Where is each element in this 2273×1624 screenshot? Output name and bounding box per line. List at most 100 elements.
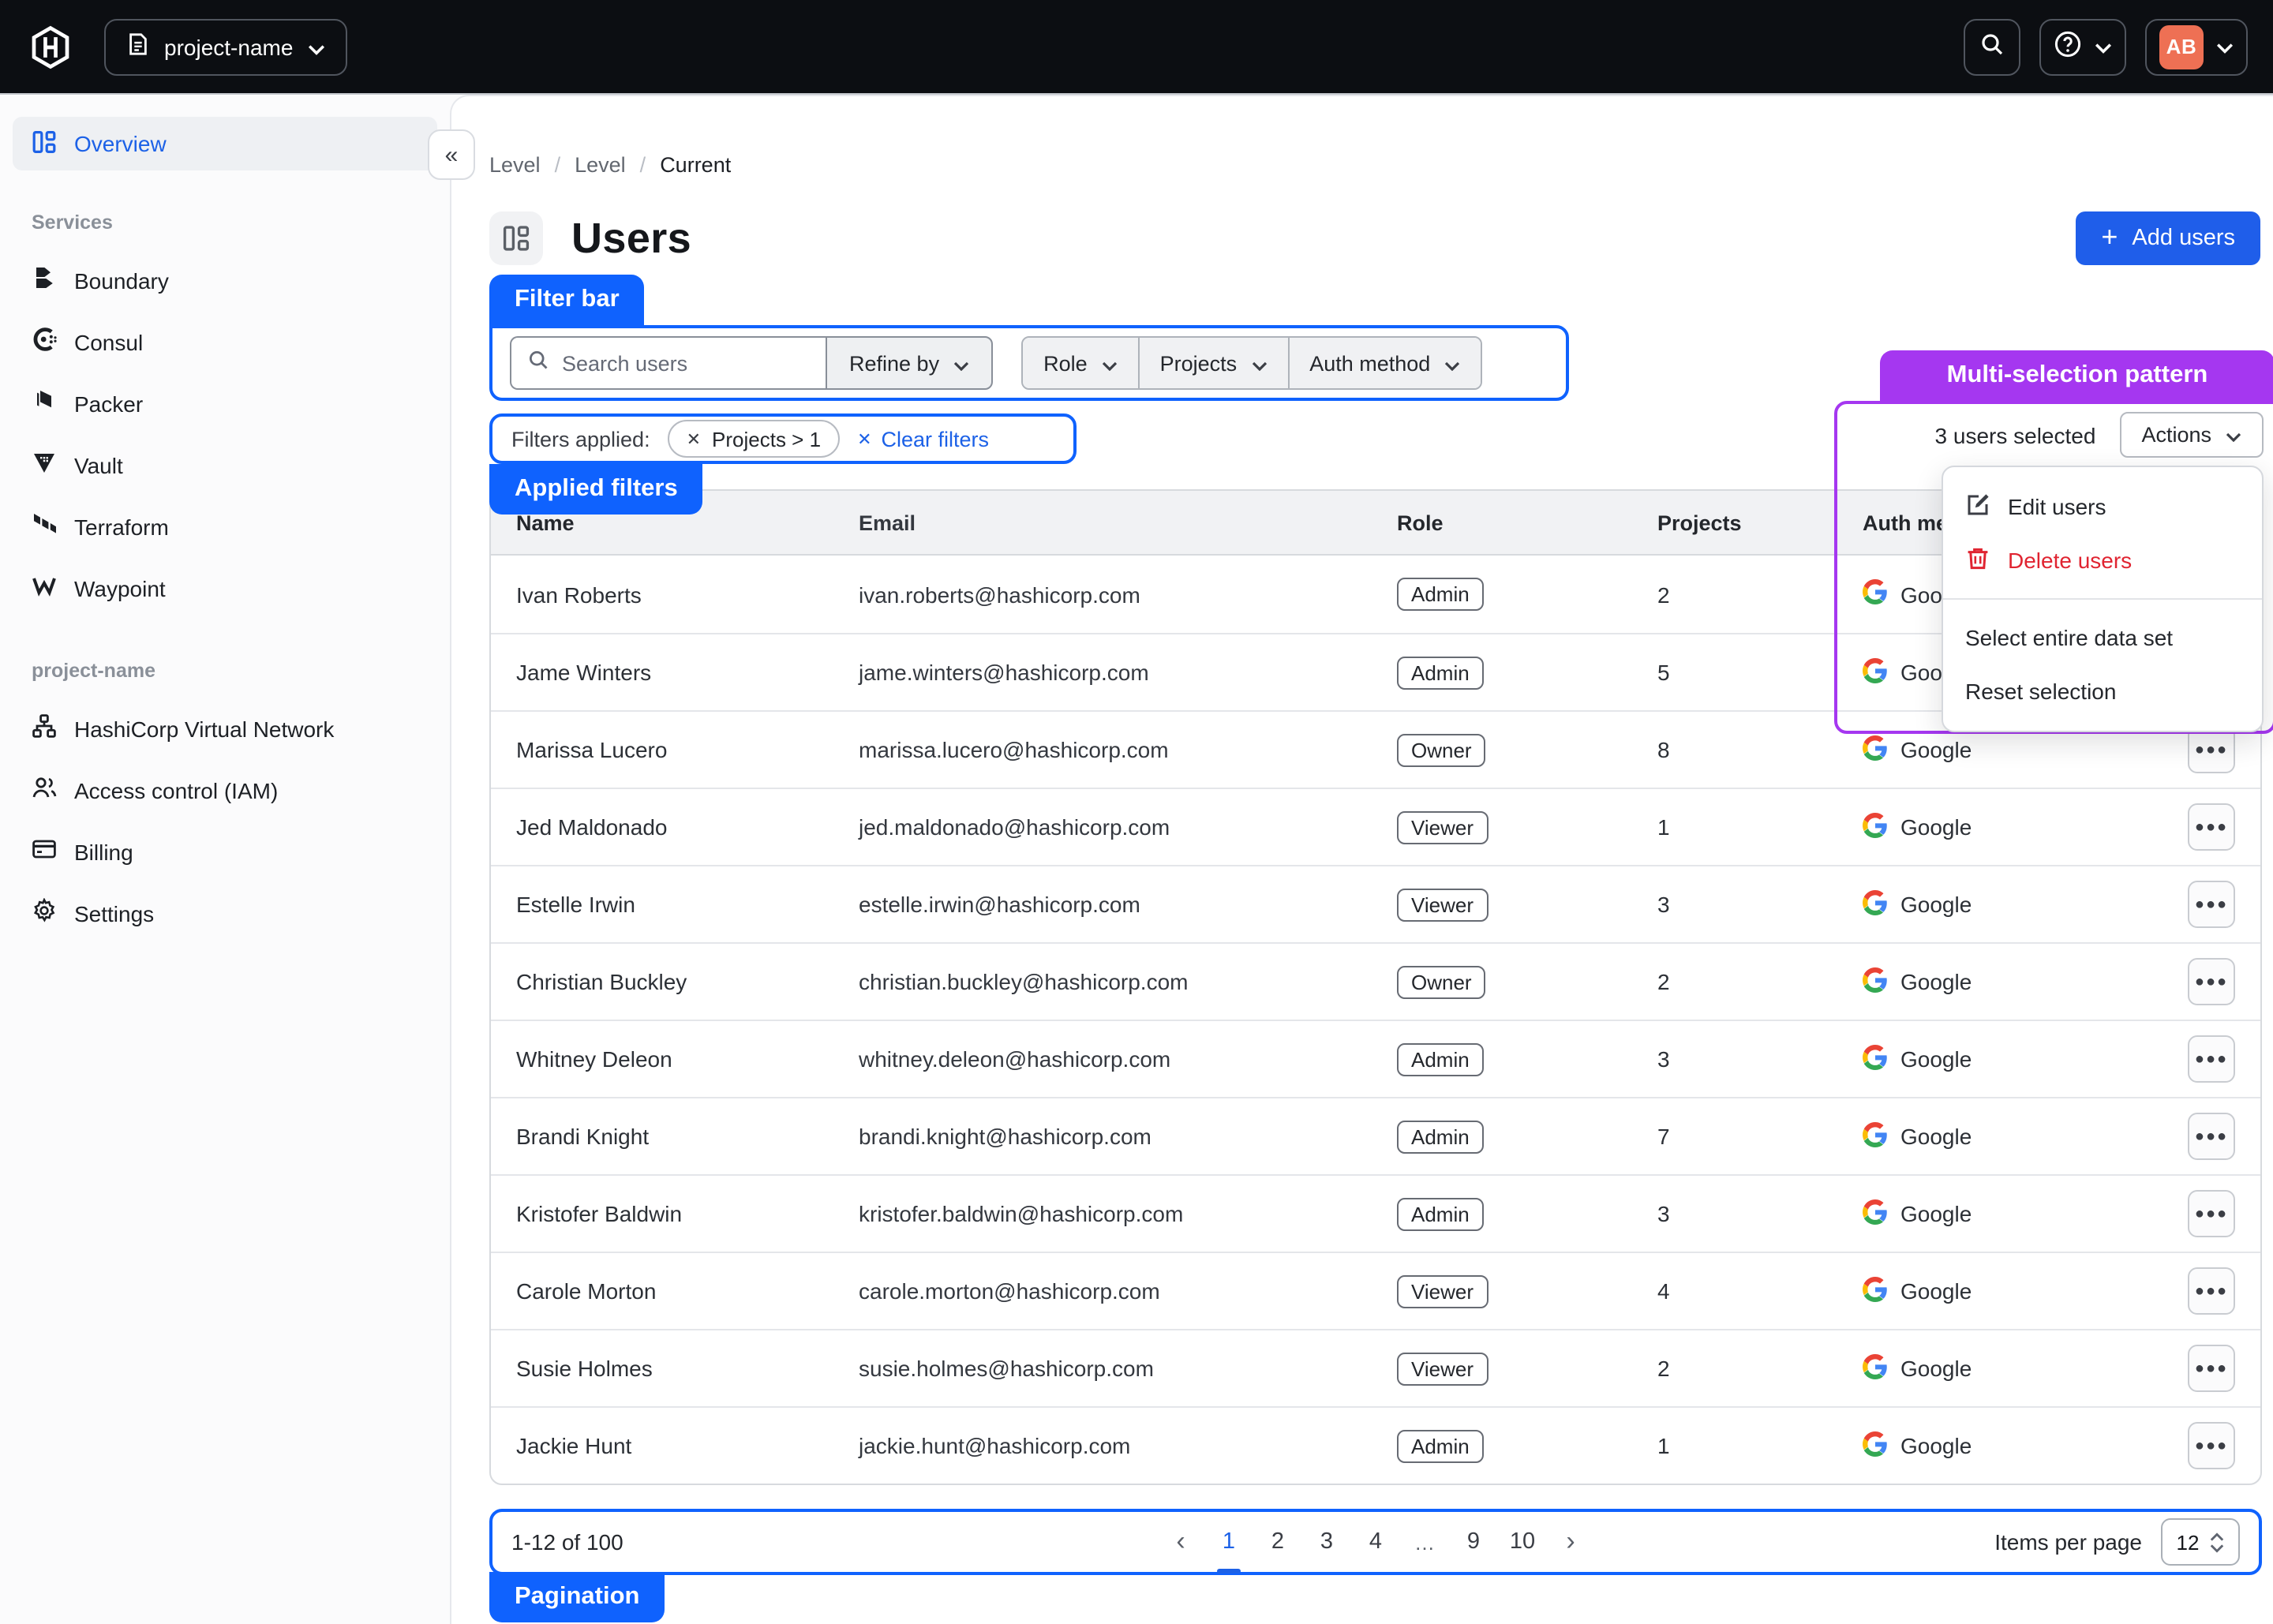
page-number[interactable]: 3 (1305, 1521, 1348, 1562)
sidebar-item-label: Packer (74, 391, 143, 416)
filter-chip[interactable]: ✕ Projects > 1 (668, 420, 840, 458)
role-badge: Owner (1397, 965, 1486, 998)
next-page-icon[interactable]: › (1550, 1521, 1591, 1562)
annotation-pagination: Pagination (489, 1572, 665, 1622)
credit-card-icon (32, 836, 57, 866)
breadcrumb-separator: / (555, 152, 561, 176)
previous-page-icon[interactable]: ‹ (1160, 1521, 1201, 1562)
sidebar-item-billing[interactable]: Billing (13, 821, 437, 882)
menu-item-reset-selection[interactable]: Reset selection (1943, 664, 2262, 718)
sidebar-item-label: HashiCorp Virtual Network (74, 716, 334, 741)
table-row[interactable]: Brandi Knight brandi.knight@hashicorp.co… (491, 1097, 2260, 1174)
breadcrumb-link[interactable]: Level (489, 152, 541, 176)
search-input[interactable] (562, 351, 810, 375)
projects-count: 4 (1632, 1278, 1837, 1304)
sidebar-item-overview[interactable]: Overview (13, 117, 437, 170)
sidebar-item-terraform[interactable]: Terraform (13, 496, 437, 557)
breadcrumb-link[interactable]: Level (575, 152, 626, 176)
menu-item-delete-users[interactable]: Delete users (1943, 533, 2262, 587)
row-actions-button[interactable]: ●●● (2188, 958, 2235, 1005)
user-email: ivan.roberts@hashicorp.com (833, 582, 1372, 607)
page-number[interactable]: 9 (1452, 1521, 1495, 1562)
sidebar-item-access-control[interactable]: Access control (IAM) (13, 759, 437, 821)
auth-method-label: Google (1900, 1356, 1972, 1381)
selection-count: 3 users selected (1935, 422, 2096, 447)
row-actions-button[interactable]: ●●● (2188, 1190, 2235, 1237)
table-row[interactable]: Jackie Hunt jackie.hunt@hashicorp.com Ad… (491, 1406, 2260, 1484)
user-email: whitney.deleon@hashicorp.com (833, 1046, 1372, 1072)
projects-count: 2 (1632, 969, 1837, 994)
google-icon (1863, 1276, 1888, 1306)
page-number[interactable]: 10 (1501, 1521, 1544, 1562)
row-actions-button[interactable]: ●●● (2188, 726, 2235, 773)
page-number[interactable]: 1 (1208, 1521, 1250, 1562)
user-email: christian.buckley@hashicorp.com (833, 969, 1372, 994)
app-root: project-name AB Overview Servi (0, 0, 2273, 1624)
items-per-page-select[interactable]: 12 (2161, 1518, 2240, 1566)
row-actions-button[interactable]: ●●● (2188, 1345, 2235, 1392)
annotation-filter-bar: Filter bar (489, 275, 645, 325)
table-row[interactable]: Kristofer Baldwin kristofer.baldwin@hash… (491, 1174, 2260, 1252)
auth-method-label: Google (1900, 1046, 1972, 1072)
add-users-button[interactable]: + Add users (2076, 211, 2260, 265)
row-actions-button[interactable]: ●●● (2188, 1267, 2235, 1315)
projects-count: 3 (1632, 892, 1837, 917)
role-badge: Viewer (1397, 1274, 1488, 1308)
auth-method: Google (1837, 889, 2104, 919)
table-row[interactable]: Jed Maldonado jed.maldonado@hashicorp.co… (491, 788, 2260, 865)
ellipsis-icon: ●●● (2195, 1050, 2228, 1068)
user-name: Jackie Hunt (491, 1433, 833, 1458)
refine-by-label: Refine by (849, 351, 939, 375)
table-row[interactable]: Estelle Irwin estelle.irwin@hashicorp.co… (491, 865, 2260, 942)
user-name: Jed Maldonado (491, 814, 833, 840)
menu-item-edit-users[interactable]: Edit users (1943, 480, 2262, 533)
trash-icon (1965, 545, 1990, 575)
table-row[interactable]: Carole Morton carole.morton@hashicorp.co… (491, 1252, 2260, 1329)
row-actions-button[interactable]: ●●● (2188, 1035, 2235, 1083)
user-name: Ivan Roberts (491, 582, 833, 607)
help-menu-button[interactable] (2039, 18, 2126, 75)
navbar-right: AB (1964, 18, 2248, 75)
dismiss-icon[interactable]: ✕ (687, 428, 701, 449)
user-name: Brandi Knight (491, 1124, 833, 1149)
top-navbar: project-name AB (0, 0, 2273, 95)
actions-button[interactable]: Actions (2119, 412, 2264, 458)
ellipsis-icon: ●●● (2195, 1437, 2228, 1454)
filter-auth-method-dropdown[interactable]: Auth method (1287, 338, 1481, 388)
collapse-sidebar-button[interactable]: « (428, 129, 475, 180)
project-selector[interactable]: project-name (104, 18, 346, 75)
table-row[interactable]: Whitney Deleon whitney.deleon@hashicorp.… (491, 1020, 2260, 1097)
user-name: Jame Winters (491, 660, 833, 685)
menu-item-select-entire-data-set[interactable]: Select entire data set (1943, 611, 2262, 664)
row-actions-button[interactable]: ●●● (2188, 1113, 2235, 1160)
sidebar-item-waypoint[interactable]: Waypoint (13, 557, 437, 619)
table-row[interactable]: Christian Buckley christian.buckley@hash… (491, 942, 2260, 1020)
sidebar-item-settings[interactable]: Settings (13, 882, 437, 944)
global-search-button[interactable] (1964, 18, 2020, 75)
table-row[interactable]: Susie Holmes susie.holmes@hashicorp.com … (491, 1329, 2260, 1406)
ellipsis-icon: ●●● (2195, 741, 2228, 758)
items-per-page-group: Items per page 12 (1994, 1518, 2240, 1566)
sidebar-item-boundary[interactable]: Boundary (13, 249, 437, 311)
page-header: Users + Add users (489, 211, 2262, 265)
auth-method: Google (1837, 1353, 2104, 1383)
projects-count: 1 (1632, 1433, 1837, 1458)
filter-role-dropdown[interactable]: Role (1023, 338, 1138, 388)
sidebar-section-project: project-name (13, 660, 437, 682)
sidebar-item-hvn[interactable]: HashiCorp Virtual Network (13, 698, 437, 759)
google-icon (1863, 1431, 1888, 1461)
refine-by-button[interactable]: Refine by (826, 336, 993, 390)
row-actions-button[interactable]: ●●● (2188, 803, 2235, 851)
sidebar-item-label: Overview (74, 131, 167, 156)
sidebar-item-packer[interactable]: Packer (13, 372, 437, 434)
page-number[interactable]: 2 (1256, 1521, 1299, 1562)
row-actions-button[interactable]: ●●● (2188, 881, 2235, 928)
filter-projects-dropdown[interactable]: Projects (1138, 338, 1288, 388)
sidebar-item-consul[interactable]: Consul (13, 311, 437, 372)
user-name: Estelle Irwin (491, 892, 833, 917)
sidebar-item-vault[interactable]: Vault (13, 434, 437, 496)
page-number[interactable]: 4 (1354, 1521, 1397, 1562)
account-menu-button[interactable]: AB (2145, 18, 2248, 75)
row-actions-button[interactable]: ●●● (2188, 1422, 2235, 1469)
clear-filters-link[interactable]: ✕ Clear filters (857, 427, 989, 451)
